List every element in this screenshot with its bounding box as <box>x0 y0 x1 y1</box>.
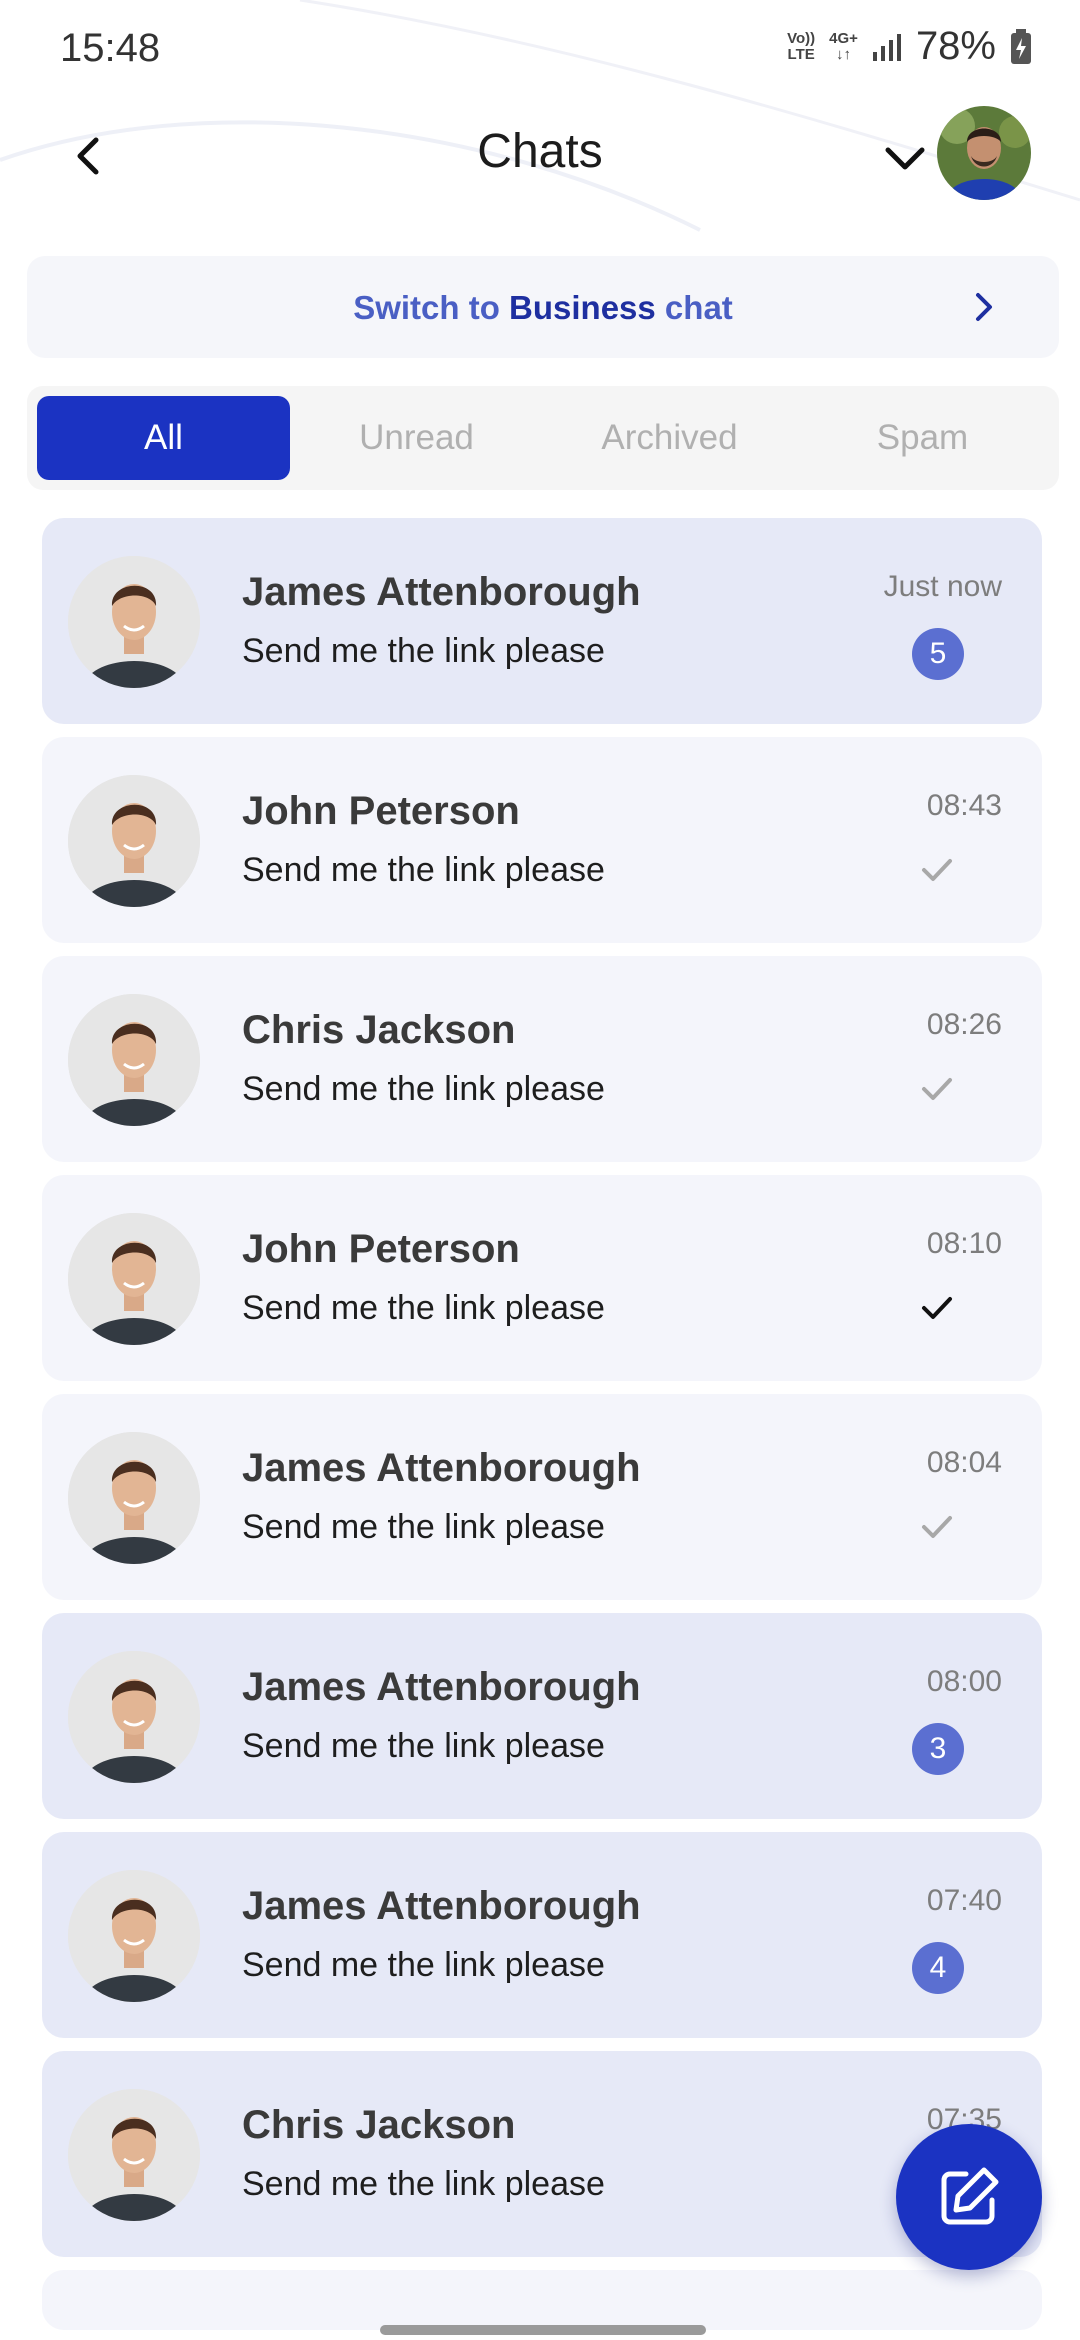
app-header: Chats <box>0 100 1080 210</box>
signal-icon <box>872 33 901 61</box>
unread-count-badge: 5 <box>912 628 964 680</box>
contact-name: John Peterson <box>242 789 520 833</box>
chat-list-item[interactable]: James Attenborough Send me the link plea… <box>42 518 1042 724</box>
tab-spam[interactable]: Spam <box>796 396 1049 480</box>
tab-archived[interactable]: Archived <box>543 396 796 480</box>
message-time: 08:04 <box>926 1446 1002 1479</box>
account-switcher-chevron-down-icon[interactable] <box>878 132 932 186</box>
last-message: Send me the link please <box>242 1946 605 1984</box>
unread-count-badge: 3 <box>912 1723 964 1775</box>
delivered-check-icon <box>922 859 952 881</box>
business-banner-strong: Business <box>509 289 656 326</box>
business-banner-suffix: chat <box>655 289 733 326</box>
chat-filter-tabs: All Unread Archived Spam <box>27 386 1059 490</box>
business-banner-prefix: Switch to <box>353 289 510 326</box>
network-4g-icon: 4G+ ↓↑ <box>829 29 858 63</box>
delivered-check-icon <box>922 1516 952 1538</box>
battery-percent: 78% <box>915 24 996 68</box>
message-time: 08:26 <box>926 1008 1002 1041</box>
contact-avatar <box>68 2089 200 2221</box>
last-message: Send me the link please <box>242 632 605 670</box>
chevron-right-icon <box>976 293 992 321</box>
chat-list-item[interactable]: Chris Jackson Send me the link please 07… <box>42 2051 1042 2257</box>
contact-avatar <box>68 1432 200 1564</box>
volte-icon: Vo)) LTE <box>787 29 816 63</box>
status-bar: 15:48 Vo)) LTE 4G+ ↓↑ 78% <box>0 0 1080 100</box>
tab-all[interactable]: All <box>37 396 290 480</box>
contact-avatar <box>68 556 200 688</box>
message-time: 08:10 <box>926 1227 1002 1260</box>
contact-name: Chris Jackson <box>242 2103 516 2147</box>
last-message: Send me the link please <box>242 1289 605 1327</box>
chat-list-item[interactable]: James Attenborough Send me the link plea… <box>42 1613 1042 1819</box>
compose-button[interactable] <box>896 2124 1042 2270</box>
contact-avatar <box>68 994 200 1126</box>
contact-avatar <box>68 1213 200 1345</box>
network-4g-label: 4G+ <box>829 29 858 47</box>
chat-list-item[interactable]: John Peterson Send me the link please 08… <box>42 737 1042 943</box>
message-time: 07:40 <box>926 1884 1002 1917</box>
read-check-icon <box>922 1297 952 1319</box>
battery-charging-icon <box>1011 28 1031 64</box>
status-time: 15:48 <box>60 26 161 70</box>
home-indicator[interactable] <box>380 2325 706 2335</box>
contact-avatar <box>68 775 200 907</box>
last-message: Send me the link please <box>242 1508 605 1546</box>
chat-list-item[interactable]: John Peterson Send me the link please 08… <box>42 1175 1042 1381</box>
contact-name: James Attenborough <box>242 1446 641 1490</box>
unread-count-badge: 4 <box>912 1942 964 1994</box>
contact-avatar <box>68 1870 200 2002</box>
switch-to-business-banner[interactable]: Switch to Business chat <box>27 256 1059 358</box>
business-banner-text: Switch to Business chat <box>27 289 1059 327</box>
chat-list-item[interactable]: James Attenborough Send me the link plea… <box>42 1832 1042 2038</box>
profile-avatar[interactable] <box>937 106 1031 200</box>
chat-list: James Attenborough Send me the link plea… <box>42 518 1042 2330</box>
contact-name: John Peterson <box>242 1227 520 1271</box>
compose-icon <box>941 2167 999 2225</box>
contact-name: James Attenborough <box>242 570 641 614</box>
message-time: Just now <box>883 570 1002 603</box>
last-message: Send me the link please <box>242 851 605 889</box>
message-time: 08:43 <box>926 789 1002 822</box>
chat-list-item[interactable] <box>42 2270 1042 2330</box>
last-message: Send me the link please <box>242 1070 605 1108</box>
last-message: Send me the link please <box>242 2165 605 2203</box>
message-time: 08:00 <box>926 1665 1002 1698</box>
contact-name: Chris Jackson <box>242 1008 516 1052</box>
tab-unread[interactable]: Unread <box>290 396 543 480</box>
status-icons: Vo)) LTE 4G+ ↓↑ 78% <box>787 24 1032 69</box>
last-message: Send me the link please <box>242 1727 605 1765</box>
chat-list-item[interactable]: Chris Jackson Send me the link please 08… <box>42 956 1042 1162</box>
contact-name: James Attenborough <box>242 1665 641 1709</box>
delivered-check-icon <box>922 1078 952 1100</box>
contact-avatar <box>68 1651 200 1783</box>
chat-list-item[interactable]: James Attenborough Send me the link plea… <box>42 1394 1042 1600</box>
contact-name: James Attenborough <box>242 1884 641 1928</box>
